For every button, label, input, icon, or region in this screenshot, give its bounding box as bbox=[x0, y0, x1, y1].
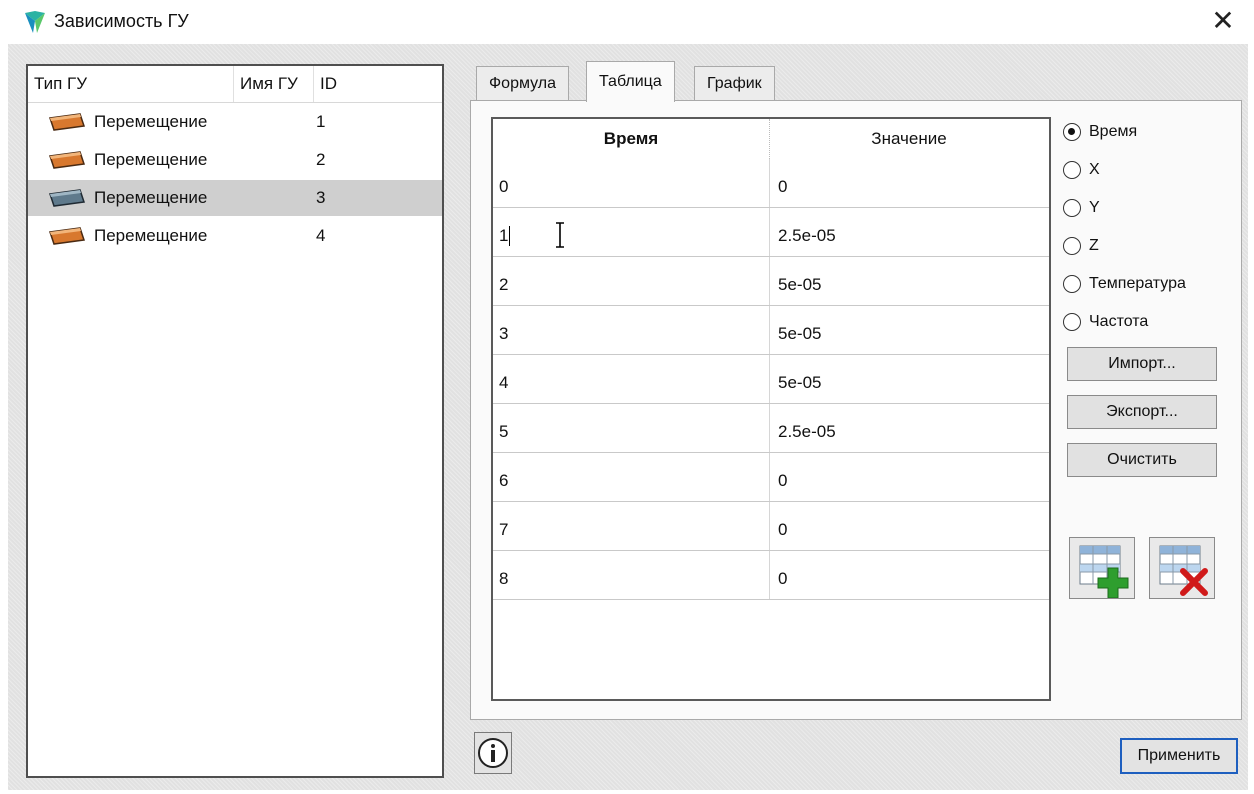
radio-label: Время bbox=[1089, 123, 1138, 140]
column-header-id[interactable]: ID bbox=[314, 66, 442, 102]
app-logo-icon bbox=[25, 11, 45, 33]
time-cell[interactable]: 3 bbox=[493, 306, 770, 354]
radio-label: X bbox=[1089, 161, 1100, 178]
displacement-icon bbox=[49, 227, 85, 245]
displacement-icon bbox=[49, 113, 85, 131]
list-item[interactable]: Перемещение 1 bbox=[28, 104, 442, 140]
radio-label: Частота bbox=[1089, 313, 1149, 330]
displacement-icon bbox=[49, 151, 85, 169]
export-button[interactable]: Экспорт... bbox=[1067, 395, 1217, 429]
list-item-type: Перемещение bbox=[94, 188, 208, 207]
value-cell[interactable]: 0 bbox=[770, 502, 1049, 550]
column-header-type[interactable]: Тип ГУ bbox=[28, 66, 234, 102]
time-cell[interactable]: 5 bbox=[493, 404, 770, 452]
import-button[interactable]: Импорт... bbox=[1067, 347, 1217, 381]
tab-table[interactable]: Таблица bbox=[586, 61, 675, 102]
radio-circle bbox=[1063, 275, 1081, 293]
column-header-value[interactable]: Значение bbox=[769, 119, 1049, 159]
time-cell-text: 1 bbox=[499, 226, 509, 245]
list-item[interactable]: Перемещение 2 bbox=[28, 142, 442, 178]
value-cell[interactable]: 2.5e-05 bbox=[770, 404, 1049, 452]
radio-circle bbox=[1063, 161, 1081, 179]
list-item-id: 2 bbox=[316, 150, 326, 169]
table-row: 0 0 bbox=[493, 159, 1049, 208]
list-item[interactable]: Перемещение 4 bbox=[28, 218, 442, 254]
info-button[interactable] bbox=[474, 732, 512, 774]
table-row: 2 5e-05 bbox=[493, 257, 1049, 306]
list-item-type: Перемещение bbox=[94, 150, 208, 169]
delete-row-button[interactable] bbox=[1149, 537, 1215, 599]
data-table: Время Значение 0 0 1 2.5e-05 2 5e-05 3 5… bbox=[491, 117, 1051, 701]
radio-circle bbox=[1063, 237, 1081, 255]
time-cell[interactable]: 0 bbox=[493, 159, 770, 207]
clear-button[interactable]: Очистить bbox=[1067, 443, 1217, 477]
time-cell[interactable]: 6 bbox=[493, 453, 770, 501]
list-item-selected[interactable]: Перемещение 3 bbox=[28, 180, 442, 216]
window-title: Зависимость ГУ bbox=[54, 11, 189, 31]
boundary-conditions-list: Тип ГУ Имя ГУ ID Перемещение 1 Перемещен… bbox=[26, 64, 444, 778]
time-cell[interactable]: 7 bbox=[493, 502, 770, 550]
tab-formula[interactable]: Формула bbox=[476, 66, 570, 101]
radio-label: Температура bbox=[1089, 275, 1186, 292]
value-cell[interactable]: 2.5e-05 bbox=[770, 208, 1049, 256]
list-item-id: 4 bbox=[316, 226, 326, 245]
dialog-body: Тип ГУ Имя ГУ ID Перемещение 1 Перемещен… bbox=[8, 44, 1248, 790]
displacement-icon bbox=[49, 189, 85, 207]
table-row: 5 2.5e-05 bbox=[493, 404, 1049, 453]
value-cell[interactable]: 5e-05 bbox=[770, 257, 1049, 305]
list-header: Тип ГУ Имя ГУ ID bbox=[28, 66, 442, 103]
radio-label: Y bbox=[1089, 199, 1100, 216]
time-cell[interactable]: 4 bbox=[493, 355, 770, 403]
list-item-type: Перемещение bbox=[94, 112, 208, 131]
value-cell[interactable]: 5e-05 bbox=[770, 355, 1049, 403]
apply-button[interactable]: Применить bbox=[1120, 738, 1238, 774]
text-cursor-icon bbox=[556, 222, 564, 248]
list-item-id: 1 bbox=[316, 112, 326, 131]
time-cell-editing[interactable]: 1 bbox=[493, 208, 770, 256]
list-item-type: Перемещение bbox=[94, 226, 208, 245]
column-header-name[interactable]: Имя ГУ bbox=[234, 66, 314, 102]
table-row: 1 2.5e-05 bbox=[493, 208, 1049, 257]
table-row: 7 0 bbox=[493, 502, 1049, 551]
tab-graph[interactable]: График bbox=[694, 66, 775, 101]
value-cell[interactable]: 0 bbox=[770, 159, 1049, 207]
value-cell[interactable]: 0 bbox=[770, 453, 1049, 501]
table-row: 3 5e-05 bbox=[493, 306, 1049, 355]
delete-row-icon bbox=[1159, 545, 1208, 596]
radio-circle bbox=[1063, 123, 1081, 141]
info-icon bbox=[478, 738, 508, 768]
time-cell[interactable]: 2 bbox=[493, 257, 770, 305]
table-row: 8 0 bbox=[493, 551, 1049, 600]
radio-dot bbox=[1068, 128, 1075, 135]
text-caret bbox=[509, 225, 511, 246]
table-row: 4 5e-05 bbox=[493, 355, 1049, 404]
table-tab-pane: Время Значение 0 0 1 2.5e-05 2 5e-05 3 5… bbox=[470, 100, 1242, 720]
radio-label: Z bbox=[1089, 237, 1099, 254]
radio-circle bbox=[1063, 313, 1081, 331]
value-cell[interactable]: 5e-05 bbox=[770, 306, 1049, 354]
table-row: 6 0 bbox=[493, 453, 1049, 502]
column-header-time[interactable]: Время bbox=[493, 119, 770, 159]
title-bar: Зависимость ГУ ✕ bbox=[0, 0, 1254, 44]
value-cell[interactable]: 0 bbox=[770, 551, 1049, 599]
time-cell[interactable]: 8 bbox=[493, 551, 770, 599]
radio-circle bbox=[1063, 199, 1081, 217]
list-item-id: 3 bbox=[316, 188, 326, 207]
add-row-button[interactable] bbox=[1069, 537, 1135, 599]
close-icon[interactable]: ✕ bbox=[1206, 4, 1240, 38]
add-row-icon bbox=[1079, 545, 1129, 599]
